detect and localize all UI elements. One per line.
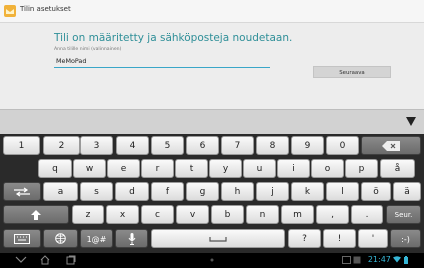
key-n[interactable]: n	[246, 205, 279, 224]
key-4[interactable]: 4	[116, 136, 149, 155]
key-apostrophe[interactable]: '	[358, 229, 388, 248]
nav-dot-icon	[210, 258, 214, 262]
key-9[interactable]: 9	[291, 136, 324, 155]
key-o[interactable]: o	[311, 159, 344, 178]
key-h[interactable]: h	[221, 182, 254, 201]
key-v[interactable]: v	[176, 205, 209, 224]
tab-icon	[14, 187, 30, 196]
key-2[interactable]: 2	[43, 136, 80, 155]
smiley-key[interactable]: :-)	[390, 229, 421, 248]
recent-apps-icon[interactable]	[66, 255, 76, 265]
key-i[interactable]: i	[277, 159, 310, 178]
microphone-icon	[128, 232, 135, 245]
globe-icon	[55, 233, 66, 244]
key-a-umlaut[interactable]: ä	[393, 182, 421, 201]
status-clock: 21:47	[368, 255, 408, 264]
hide-keyboard-icon[interactable]	[406, 117, 416, 126]
wifi-icon	[393, 256, 402, 263]
key-s[interactable]: s	[80, 182, 113, 201]
key-w[interactable]: w	[73, 159, 106, 178]
back-icon[interactable]	[15, 256, 27, 264]
key-period[interactable]: .	[351, 205, 383, 224]
space-key[interactable]	[151, 229, 285, 248]
key-p[interactable]: p	[345, 159, 378, 178]
key-f[interactable]: f	[151, 182, 184, 201]
shift-key[interactable]	[3, 205, 69, 224]
language-key[interactable]	[43, 229, 78, 248]
shift-icon	[31, 209, 41, 220]
key-x[interactable]: x	[106, 205, 139, 224]
keyboard-settings-key[interactable]	[3, 229, 41, 248]
key-u[interactable]: u	[243, 159, 276, 178]
key-6[interactable]: 6	[186, 136, 219, 155]
key-a-ring[interactable]: å	[380, 159, 415, 178]
key-1[interactable]: 1	[3, 136, 40, 155]
backspace-key[interactable]	[361, 136, 421, 155]
system-nav-bar: 21:47	[0, 253, 424, 268]
key-8[interactable]: 8	[256, 136, 289, 155]
onscreen-keyboard: 1 2 3 4 5 6 7 8 9 0 q w e r t y u i o p …	[0, 134, 424, 253]
home-icon[interactable]	[40, 255, 50, 265]
key-l[interactable]: l	[326, 182, 359, 201]
next-action-key[interactable]: Seur.	[386, 205, 421, 224]
page-heading: Tili on määritetty ja sähköposteja noude…	[54, 32, 293, 44]
tab-key[interactable]	[3, 182, 41, 201]
key-e[interactable]: e	[107, 159, 140, 178]
key-q[interactable]: q	[38, 159, 72, 178]
key-3[interactable]: 3	[80, 136, 113, 155]
app-title: Tilin asetukset	[20, 5, 71, 13]
key-d[interactable]: d	[115, 182, 149, 201]
account-name-label: Anna tilille nimi (valinnainen)	[54, 47, 122, 52]
key-r[interactable]: r	[141, 159, 174, 178]
account-icon	[4, 5, 16, 17]
key-a[interactable]: a	[43, 182, 78, 201]
key-7[interactable]: 7	[221, 136, 254, 155]
next-button[interactable]: Seuraava	[313, 66, 391, 78]
key-j[interactable]: j	[256, 182, 289, 201]
key-o-umlaut[interactable]: ö	[361, 182, 391, 201]
key-k[interactable]: k	[291, 182, 324, 201]
key-t[interactable]: t	[175, 159, 208, 178]
key-y[interactable]: y	[209, 159, 242, 178]
space-icon	[209, 236, 227, 242]
keyboard-indicator-icon	[342, 256, 351, 264]
key-b[interactable]: b	[211, 205, 244, 224]
keyboard-toolbar	[0, 109, 424, 135]
keyboard-settings-icon	[14, 233, 30, 244]
symbols-key[interactable]: 1@#	[80, 229, 113, 248]
backspace-icon	[382, 140, 400, 151]
key-0[interactable]: 0	[326, 136, 359, 155]
key-question[interactable]: ?	[288, 229, 321, 248]
key-c[interactable]: c	[141, 205, 174, 224]
title-bar: Tilin asetukset	[0, 0, 424, 23]
key-exclamation[interactable]: !	[323, 229, 356, 248]
content-area: Tili on määritetty ja sähköposteja noude…	[0, 23, 424, 109]
key-5[interactable]: 5	[151, 136, 184, 155]
key-z[interactable]: z	[72, 205, 104, 224]
voice-input-key[interactable]	[115, 229, 148, 248]
account-name-input[interactable]	[54, 54, 270, 68]
notification-icon	[353, 256, 361, 264]
key-g[interactable]: g	[186, 182, 219, 201]
key-comma[interactable]: ,	[316, 205, 349, 224]
key-m[interactable]: m	[281, 205, 314, 224]
battery-icon	[404, 255, 408, 264]
